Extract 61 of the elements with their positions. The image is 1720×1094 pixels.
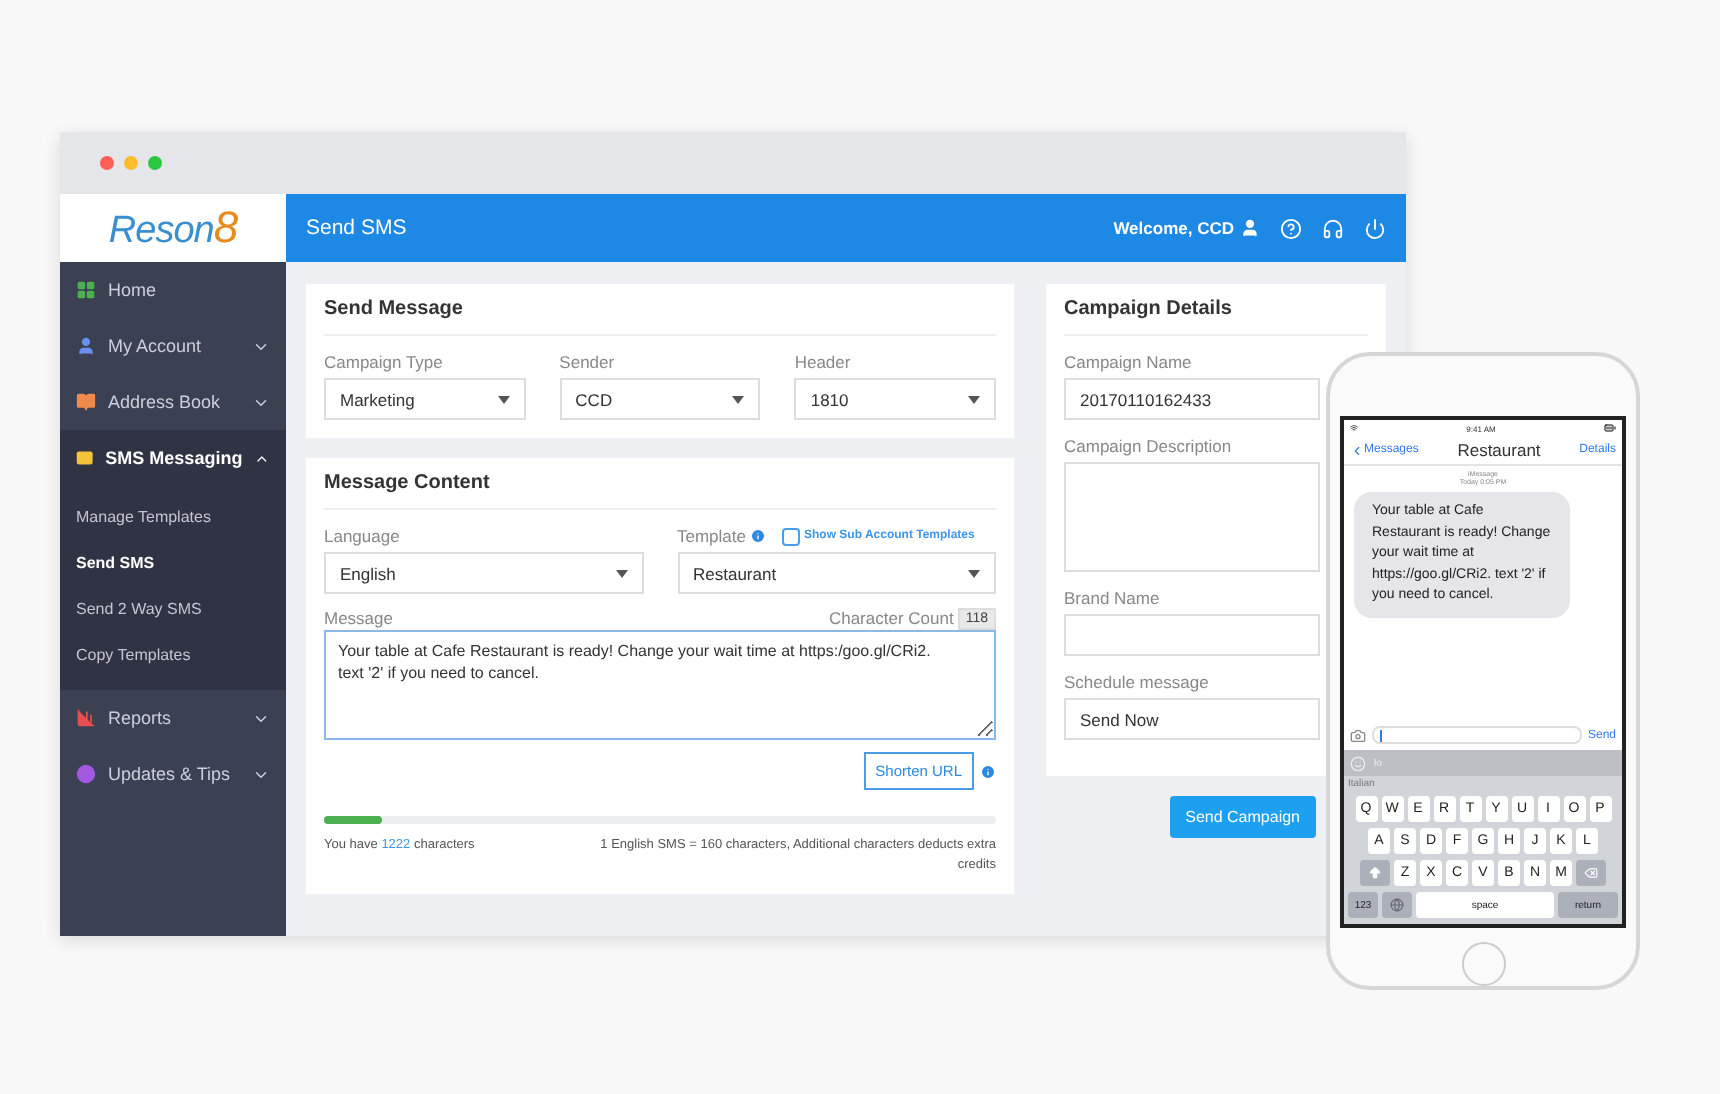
input-field[interactable] (1064, 614, 1320, 656)
shift-icon (1368, 866, 1382, 880)
submenu-item[interactable]: Copy Templates (60, 632, 286, 678)
page-title: Send SMS (306, 216, 409, 240)
field-label: Brand Name (1064, 588, 1160, 608)
book-icon (76, 392, 96, 412)
globe-icon (1390, 898, 1404, 912)
card-title: Message Content (324, 458, 996, 510)
field-label: Character Count (828, 608, 954, 628)
delete-key[interactable] (1576, 860, 1606, 886)
battery-icon (1604, 422, 1616, 434)
chart-icon (76, 708, 96, 728)
backspace-icon (1584, 866, 1598, 880)
logo: Reson8 (108, 202, 238, 254)
wifi-icon (1350, 424, 1358, 432)
field-label: Language (324, 526, 400, 546)
globe-key[interactable] (1382, 892, 1412, 918)
submenu-item[interactable]: Manage Templates (60, 494, 286, 540)
field-label: Header (794, 352, 851, 372)
user-icon (76, 336, 96, 356)
dropdown[interactable]: Restaurant (677, 552, 996, 594)
dropdown[interactable]: Send Now (1064, 698, 1320, 740)
field-label: Schedule message (1064, 672, 1209, 692)
field-label: Sender (559, 352, 615, 372)
power-button[interactable] (1364, 217, 1386, 239)
dropdown[interactable]: 1810 (794, 378, 997, 420)
card-title: Campaign Details (1064, 284, 1368, 336)
welcome-text: Welcome, CCD (1113, 218, 1234, 238)
dropdown[interactable]: English (324, 552, 643, 594)
chevron-left-icon (1350, 443, 1364, 457)
contact-name: Restaurant (1457, 440, 1541, 460)
input-field[interactable] (1064, 462, 1320, 572)
emoji-icon[interactable] (1350, 755, 1366, 771)
message-input[interactable] (1372, 726, 1582, 744)
envelope-icon (76, 448, 94, 468)
input-field[interactable]: 20170110162433 (1064, 378, 1320, 420)
sidebar-item[interactable]: My Account (60, 318, 286, 374)
sidebar-item[interactable]: Home (60, 262, 286, 318)
user-icon (1240, 218, 1260, 238)
home-button[interactable] (1461, 942, 1505, 986)
message-field[interactable]: Your table at Cafe Restaurant is ready! Change your wait time at https:/goo.gl/CRi2. text '2' if you need to cancel. (324, 630, 996, 740)
submenu-item[interactable]: Send 2 Way SMS (60, 586, 286, 632)
field-label: Campaign Name (1064, 352, 1192, 372)
field-label: Campaign Type (324, 352, 443, 372)
dropdown[interactable]: CCD (559, 378, 761, 420)
sidebar-item[interactable]: SMS Messaging (60, 430, 286, 486)
checkbox[interactable] (782, 527, 800, 545)
sidebar-item[interactable]: Reports (60, 690, 286, 746)
submenu-item[interactable]: Send SMS (60, 540, 286, 586)
field-label: Campaign Description (1064, 436, 1232, 456)
shift-key[interactable] (1360, 860, 1390, 886)
grid-icon (76, 280, 96, 300)
field-label: Message (324, 608, 393, 628)
help-button[interactable] (1280, 217, 1302, 239)
headset-button[interactable] (1322, 217, 1344, 239)
field-label: Template (677, 526, 746, 546)
camera-icon[interactable] (1350, 727, 1366, 743)
card-title: Send Message (324, 284, 996, 336)
sidebar-item[interactable]: Address Book (60, 374, 286, 430)
dropdown[interactable]: Marketing (324, 378, 526, 420)
sidebar-item[interactable]: Updates & Tips (60, 746, 286, 802)
